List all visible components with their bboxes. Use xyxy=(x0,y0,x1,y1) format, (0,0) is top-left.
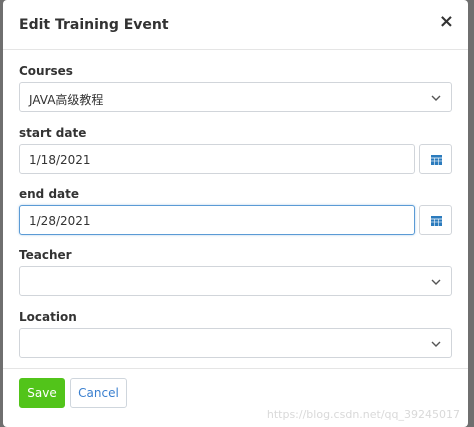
teacher-select[interactable] xyxy=(19,266,452,296)
start-date-label: start date xyxy=(19,126,87,140)
teacher-label: Teacher xyxy=(19,248,72,262)
dialog-footer-divider xyxy=(3,368,468,369)
end-date-label: end date xyxy=(19,187,80,201)
dialog-header: Edit Training Event × xyxy=(3,0,468,50)
save-button[interactable]: Save xyxy=(19,378,65,408)
start-date-input[interactable]: 1/18/2021 xyxy=(19,144,415,174)
end-date-calendar-button[interactable] xyxy=(419,205,452,235)
calendar-icon xyxy=(431,155,442,165)
edit-training-event-dialog: Edit Training Event × Courses JAVA高级教程 s… xyxy=(3,0,468,427)
end-date-value: 1/28/2021 xyxy=(29,214,91,228)
calendar-icon xyxy=(431,216,442,226)
dialog-title: Edit Training Event xyxy=(19,17,169,33)
location-label: Location xyxy=(19,310,77,324)
courses-label: Courses xyxy=(19,64,73,78)
close-icon[interactable]: × xyxy=(439,12,454,32)
chevron-down-icon xyxy=(431,279,441,285)
chevron-down-icon xyxy=(431,95,441,101)
courses-value: JAVA高级教程 xyxy=(29,93,104,107)
start-date-calendar-button[interactable] xyxy=(419,144,452,174)
start-date-value: 1/18/2021 xyxy=(29,153,91,167)
watermark: https://blog.csdn.net/qq_39245017 xyxy=(266,408,460,421)
location-select[interactable] xyxy=(19,328,452,358)
chevron-down-icon xyxy=(431,341,441,347)
cancel-button[interactable]: Cancel xyxy=(70,378,127,408)
end-date-input[interactable]: 1/28/2021 xyxy=(19,205,415,235)
courses-select[interactable]: JAVA高级教程 xyxy=(19,82,452,112)
